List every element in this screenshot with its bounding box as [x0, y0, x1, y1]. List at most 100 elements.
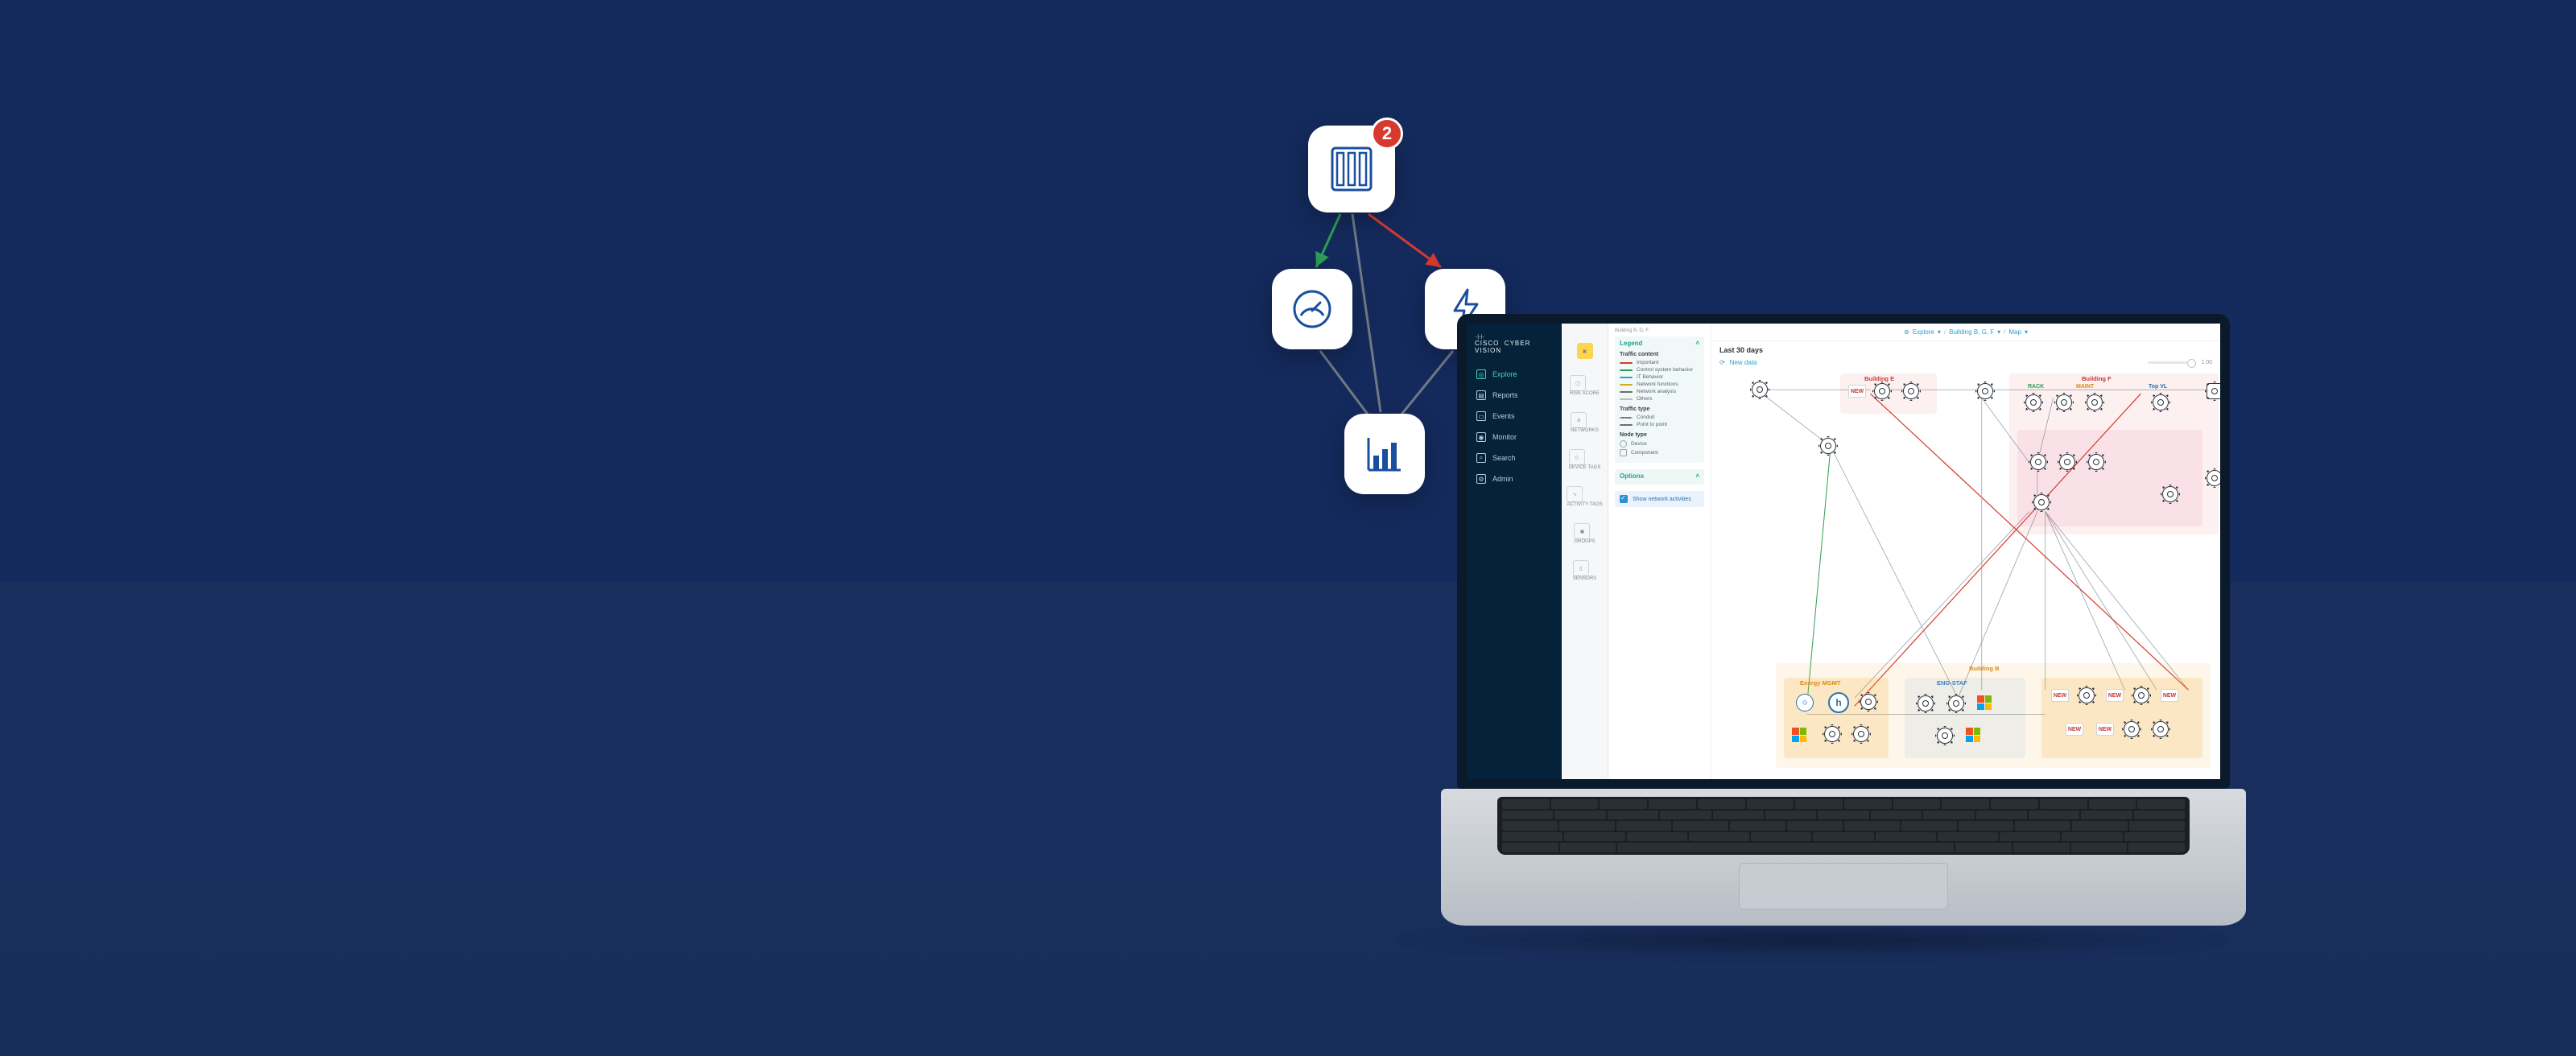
legend-row: Others: [1620, 396, 1699, 402]
legend-conduit: Conduit: [1637, 415, 1654, 420]
node-antenna-icon[interactable]: ⟐: [1796, 694, 1814, 712]
group-sub[interactable]: [2017, 430, 2202, 526]
swatch-device: [1620, 440, 1627, 448]
node-device[interactable]: [1853, 726, 1869, 742]
legend-p2p: Point to point: [1637, 422, 1667, 427]
node-device[interactable]: [1860, 694, 1876, 710]
options-header[interactable]: Options ˄: [1620, 472, 1699, 480]
node-device[interactable]: [1918, 695, 1934, 712]
node-device[interactable]: [2153, 721, 2169, 737]
node-hub-icon[interactable]: h: [1828, 692, 1849, 713]
node-device[interactable]: [1948, 695, 1964, 712]
nav-explore[interactable]: ◎Explore: [1467, 364, 1562, 385]
rail-riskscore[interactable]: ▢RISK SCORE: [1570, 375, 1600, 396]
rail-devicetags[interactable]: ◇DEVICE TAGS: [1569, 449, 1601, 470]
node-device[interactable]: [2056, 394, 2072, 410]
rail-networks[interactable]: ⋔NETWORKS: [1571, 412, 1599, 433]
tag-rack: RACK: [2025, 383, 2046, 390]
chip-new[interactable]: NEW: [2051, 689, 2069, 702]
legend-header[interactable]: Legend ˄: [1620, 340, 1699, 347]
nav-monitor-label: Monitor: [1492, 433, 1517, 441]
chip-new[interactable]: NEW: [2096, 723, 2114, 736]
chip-new[interactable]: NEW: [1848, 385, 1866, 398]
rail-sensors[interactable]: ▯SENSORS: [1573, 560, 1596, 581]
show-network-activities[interactable]: Show network activities: [1615, 491, 1704, 507]
compass-icon: ◎: [1476, 369, 1486, 379]
chevron-up-icon: ˄: [1695, 340, 1699, 347]
swatch-control: [1620, 369, 1633, 371]
page-title-row: Last 30 days: [1711, 341, 2220, 359]
legend-netan: Network analysis: [1637, 389, 1676, 394]
crumb-link-icon: ⊚: [1904, 328, 1909, 336]
node-device[interactable]: [2059, 454, 2075, 470]
legend-others: Others: [1637, 396, 1653, 402]
crumb-explore[interactable]: Explore: [1913, 328, 1934, 336]
server-icon: [1326, 143, 1377, 195]
nav-admin[interactable]: ⚙Admin: [1467, 468, 1562, 489]
nav-events[interactable]: ▭Events: [1467, 406, 1562, 427]
zoom-slider[interactable]: [2148, 361, 2196, 364]
node-device[interactable]: [1752, 382, 1768, 398]
node-device[interactable]: [1937, 728, 1953, 744]
network-map[interactable]: Building E NEW Building F RACK MAINT Top…: [1711, 365, 2220, 779]
document-icon: ▤: [1476, 390, 1486, 400]
rail-active[interactable]: ▣: [1577, 343, 1593, 359]
chevron-down-icon: ▾: [1997, 328, 2000, 336]
chip-new[interactable]: NEW: [2161, 689, 2178, 702]
node-device[interactable]: [2153, 394, 2169, 410]
node-device[interactable]: [1824, 726, 1840, 742]
group-label-energy: Energy MGMT: [1800, 679, 1840, 687]
gear-icon: ⚙: [1476, 474, 1486, 484]
checkbox-label: Show network activities: [1633, 497, 1691, 502]
node-device[interactable]: [2133, 687, 2149, 703]
rail-activitytags[interactable]: ∿ACTIVITY TAGS: [1567, 486, 1602, 507]
laptop-shadow: [1385, 924, 2238, 956]
rail-groups[interactable]: ▣GROUPS: [1574, 523, 1595, 544]
breadcrumb-bar: ⊚ Explore▾ / Building B, G, F▾ / Map▾: [1711, 324, 2220, 341]
node-device[interactable]: [2088, 454, 2104, 470]
nav-search[interactable]: ⌕Search: [1467, 448, 1562, 468]
tag-maint: MAINT: [2074, 383, 2096, 390]
chip-new-label: NEW: [1851, 389, 1864, 394]
group-energy[interactable]: Energy MGMT: [1784, 678, 1889, 758]
node-device[interactable]: [2033, 494, 2050, 510]
node-component[interactable]: [2207, 383, 2220, 399]
nav-monitor[interactable]: ◉Monitor: [1467, 427, 1562, 448]
page-title: Last 30 days: [1719, 346, 1763, 354]
rail-networks-label: NETWORKS: [1571, 428, 1599, 433]
group-engstaf[interactable]: ENG-STAF: [1905, 678, 2025, 758]
node-device[interactable]: [2124, 721, 2140, 737]
alert-badge: 2: [1371, 118, 1403, 150]
windows-icon[interactable]: [1966, 728, 1980, 742]
node-device[interactable]: [2087, 394, 2103, 410]
node-device[interactable]: [2025, 394, 2041, 410]
node-device[interactable]: [1977, 383, 1993, 399]
zoom-value: 1.00: [2201, 360, 2212, 365]
crumb-map[interactable]: Map: [2008, 328, 2021, 336]
swatch-netfn: [1620, 384, 1633, 386]
search-icon: ⌕: [1476, 453, 1486, 463]
node-device[interactable]: [1874, 383, 1890, 399]
histogram-card: [1344, 414, 1425, 494]
chip-new[interactable]: NEW: [2066, 723, 2083, 736]
windows-icon[interactable]: [1792, 728, 1806, 742]
node-device[interactable]: [2079, 687, 2095, 703]
node-device[interactable]: [2207, 470, 2220, 486]
checkbox-checked-icon: [1620, 495, 1628, 503]
node-device[interactable]: [1820, 438, 1836, 454]
node-device[interactable]: [2030, 454, 2046, 470]
legend-row: IT Behavior: [1620, 374, 1699, 380]
swatch-p2p: [1620, 424, 1633, 426]
swatch-it: [1620, 377, 1633, 378]
rail-riskscore-label: RISK SCORE: [1570, 391, 1600, 396]
legend-important: Important: [1637, 360, 1658, 365]
node-device[interactable]: [1903, 383, 1919, 399]
nav-reports[interactable]: ▤Reports: [1467, 385, 1562, 406]
group-label-building-f: Building F: [2082, 375, 2112, 382]
windows-icon[interactable]: [1977, 695, 1992, 710]
crumb-building[interactable]: Building B, G, F: [1949, 328, 1994, 336]
legend-netfn: Network functions: [1637, 382, 1678, 387]
node-device[interactable]: [2162, 486, 2178, 502]
brand: · · | · · | · · CISCO CYBER VISION: [1467, 330, 1562, 364]
chip-new[interactable]: NEW: [2106, 689, 2124, 702]
